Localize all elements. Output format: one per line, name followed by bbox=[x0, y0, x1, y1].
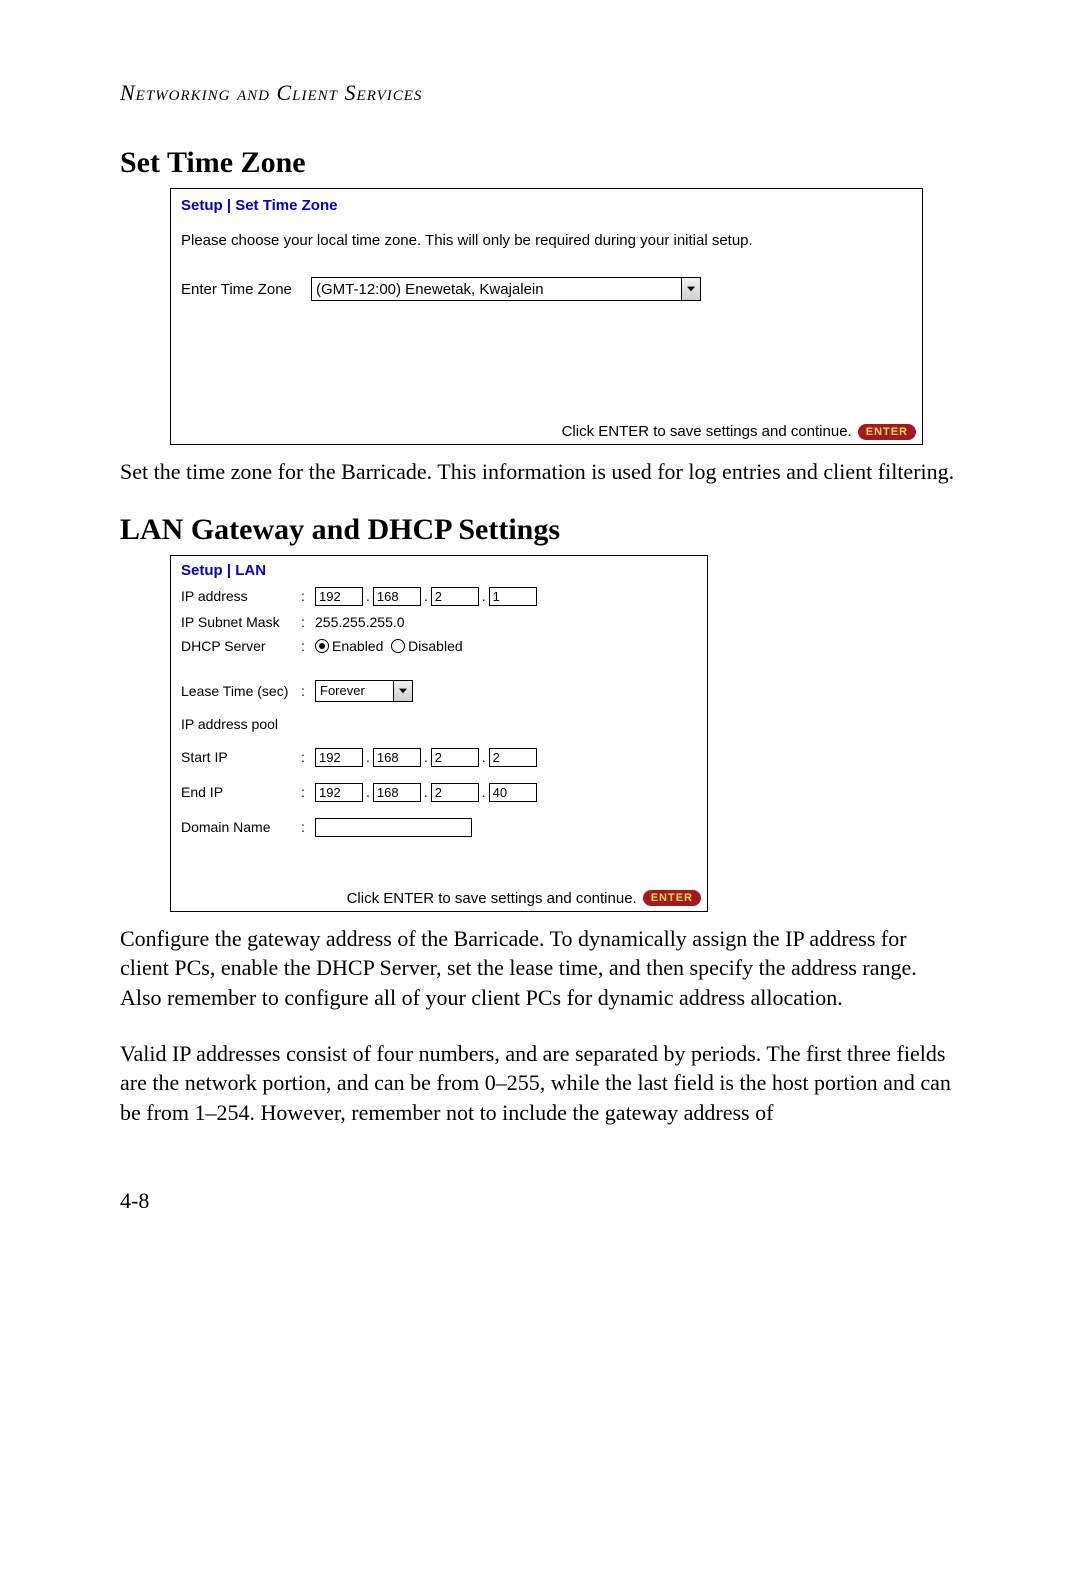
lan-footer-text: Click ENTER to save settings and continu… bbox=[347, 890, 637, 907]
page-number: 4-8 bbox=[120, 1188, 960, 1214]
chevron-down-icon[interactable] bbox=[393, 681, 412, 701]
lease-label: Lease Time (sec) bbox=[181, 683, 301, 699]
ip-octet-1[interactable]: 192 bbox=[315, 587, 363, 606]
tz-label: Enter Time Zone bbox=[181, 281, 311, 298]
subnet-label: IP Subnet Mask bbox=[181, 614, 301, 630]
dhcp-disabled-radio[interactable] bbox=[391, 639, 405, 653]
section-title-lan-dhcp: LAN Gateway and DHCP Settings bbox=[120, 513, 960, 547]
end-ip-octet-3[interactable]: 2 bbox=[431, 783, 479, 802]
chevron-down-icon[interactable] bbox=[681, 278, 700, 300]
dhcp-enabled-radio[interactable] bbox=[315, 639, 329, 653]
lan-panel: Setup | LAN IP address : 192. 168. 2. 1 … bbox=[170, 555, 708, 912]
tz-footer-text: Click ENTER to save settings and continu… bbox=[562, 423, 852, 440]
enter-button[interactable]: ENTER bbox=[858, 424, 916, 440]
page-header: Networking and Client Services bbox=[120, 80, 960, 106]
enter-button[interactable]: ENTER bbox=[643, 890, 701, 906]
start-ip-octet-2[interactable]: 168 bbox=[373, 748, 421, 767]
domain-name-input[interactable] bbox=[315, 818, 472, 837]
end-ip-label: End IP bbox=[181, 784, 301, 800]
pool-label: IP address pool bbox=[181, 716, 301, 732]
dhcp-label: DHCP Server bbox=[181, 638, 301, 654]
domain-label: Domain Name bbox=[181, 819, 301, 835]
ip-octet-3[interactable]: 2 bbox=[431, 587, 479, 606]
time-zone-panel: Setup | Set Time Zone Please choose your… bbox=[170, 188, 923, 445]
breadcrumb: Setup | Set Time Zone bbox=[181, 197, 912, 214]
lease-time-select[interactable]: Forever bbox=[315, 680, 413, 702]
tz-selected-value: (GMT-12:00) Enewetak, Kwajalein bbox=[316, 281, 544, 298]
end-ip-octet-2[interactable]: 168 bbox=[373, 783, 421, 802]
subnet-value: 255.255.255.0 bbox=[315, 614, 405, 630]
time-zone-select[interactable]: (GMT-12:00) Enewetak, Kwajalein bbox=[311, 277, 701, 301]
start-ip-label: Start IP bbox=[181, 749, 301, 765]
start-ip-octet-1[interactable]: 192 bbox=[315, 748, 363, 767]
section-title-time-zone: Set Time Zone bbox=[120, 146, 960, 180]
lan-body-text-1: Configure the gateway address of the Bar… bbox=[120, 924, 960, 1013]
start-ip-octet-3[interactable]: 2 bbox=[431, 748, 479, 767]
breadcrumb: Setup | LAN bbox=[181, 562, 697, 579]
lease-value: Forever bbox=[320, 683, 365, 698]
end-ip-octet-4[interactable]: 40 bbox=[489, 783, 537, 802]
dhcp-disabled-label: Disabled bbox=[408, 638, 462, 654]
ip-address-label: IP address bbox=[181, 588, 301, 604]
tz-body-text: Set the time zone for the Barricade. Thi… bbox=[120, 457, 960, 487]
tz-instruction: Please choose your local time zone. This… bbox=[181, 232, 912, 249]
start-ip-octet-4[interactable]: 2 bbox=[489, 748, 537, 767]
ip-octet-4[interactable]: 1 bbox=[489, 587, 537, 606]
end-ip-octet-1[interactable]: 192 bbox=[315, 783, 363, 802]
lan-body-text-2: Valid IP addresses consist of four numbe… bbox=[120, 1039, 960, 1128]
ip-octet-2[interactable]: 168 bbox=[373, 587, 421, 606]
dhcp-enabled-label: Enabled bbox=[332, 638, 383, 654]
